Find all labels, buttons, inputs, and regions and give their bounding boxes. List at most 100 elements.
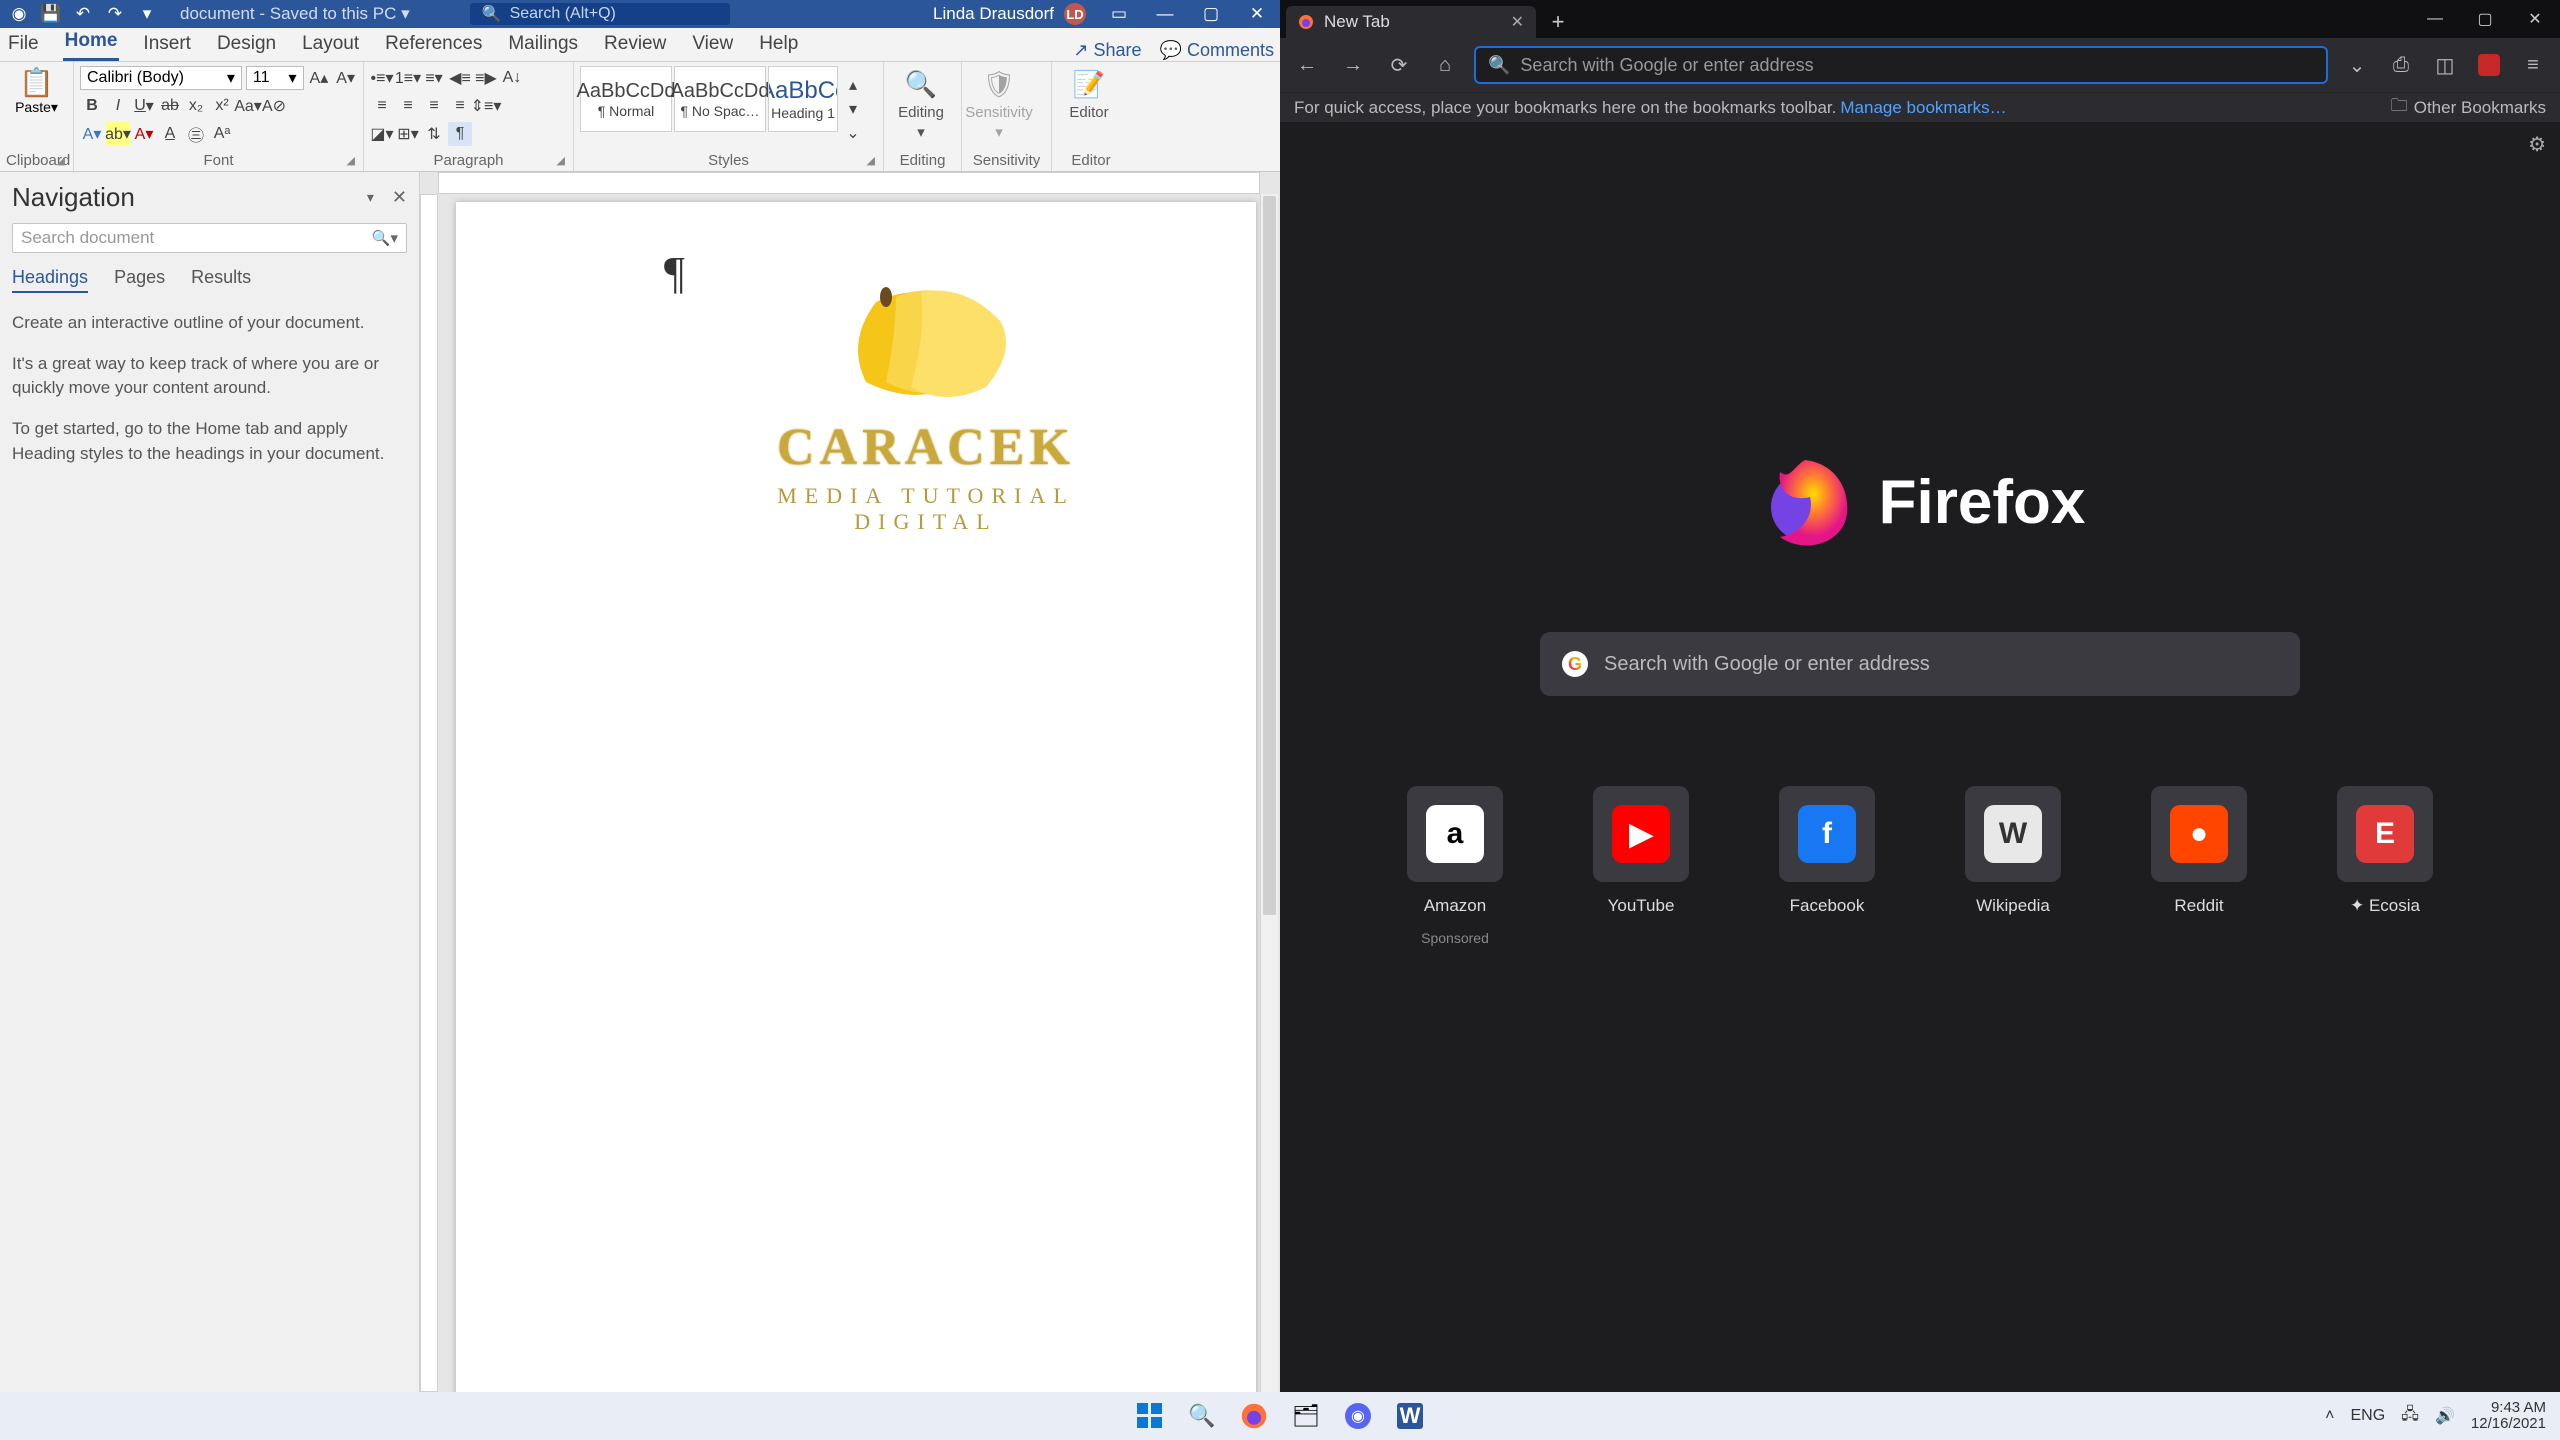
topsite-tile[interactable]: a AmazonSponsored bbox=[1389, 786, 1521, 946]
bold-button[interactable]: B bbox=[80, 94, 104, 118]
forward-button[interactable]: → bbox=[1336, 48, 1370, 82]
explorer-taskbar-icon[interactable]: 🗂 bbox=[1287, 1397, 1325, 1435]
align-left-icon[interactable]: ≡ bbox=[370, 94, 394, 118]
enclose-icon[interactable]: ㊂ bbox=[184, 122, 208, 146]
clear-format-icon[interactable]: A⊘ bbox=[262, 94, 286, 118]
strikethrough-button[interactable]: ab bbox=[158, 94, 182, 118]
font-name-combo[interactable]: Calibri (Body)▾ bbox=[80, 66, 242, 90]
tell-me-search[interactable]: 🔍 Search (Alt+Q) bbox=[470, 3, 730, 25]
style-heading1[interactable]: AaBbCcHeading 1 bbox=[768, 66, 838, 132]
back-button[interactable]: ← bbox=[1290, 48, 1324, 82]
phonetic-icon[interactable]: Aᵃ bbox=[210, 122, 234, 146]
qat-dropdown-icon[interactable]: ▾ bbox=[136, 3, 158, 25]
home-button[interactable]: ⌂ bbox=[1428, 48, 1462, 82]
topsite-tile[interactable]: W Wikipedia bbox=[1947, 786, 2079, 946]
close-button[interactable]: ✕ bbox=[1234, 0, 1280, 28]
styles-up-icon[interactable]: ▴ bbox=[842, 74, 864, 96]
nav-tab-pages[interactable]: Pages bbox=[114, 267, 165, 293]
styles-down-icon[interactable]: ▾ bbox=[842, 98, 864, 120]
paste-button[interactable]: 📋 Paste▾ bbox=[15, 66, 58, 116]
new-tab-button[interactable]: + bbox=[1542, 6, 1574, 38]
newtab-search-input[interactable]: G Search with Google or enter address bbox=[1540, 632, 2300, 696]
shading-button[interactable]: ◪▾ bbox=[370, 122, 394, 146]
justify-icon[interactable]: ≡ bbox=[448, 94, 472, 118]
grow-font-icon[interactable]: A▴ bbox=[308, 66, 331, 90]
tray-language[interactable]: ENG bbox=[2350, 1407, 2385, 1425]
editing-button[interactable]: 🔍Editing▾ bbox=[890, 66, 952, 151]
shrink-font-icon[interactable]: A▾ bbox=[334, 66, 357, 90]
tab-file[interactable]: File bbox=[6, 29, 41, 61]
tab-design[interactable]: Design bbox=[215, 29, 278, 61]
customize-gear-icon[interactable]: ⚙ bbox=[2528, 132, 2546, 157]
topsite-tile[interactable]: ● Reddit bbox=[2133, 786, 2265, 946]
browser-tab[interactable]: New Tab ✕ bbox=[1286, 6, 1536, 38]
tray-volume-icon[interactable]: 🔊 bbox=[2435, 1406, 2455, 1426]
tab-view[interactable]: View bbox=[690, 29, 735, 61]
style-normal[interactable]: AaBbCcDd¶ Normal bbox=[580, 66, 672, 132]
redo-icon[interactable]: ↷ bbox=[104, 3, 126, 25]
tab-insert[interactable]: Insert bbox=[141, 29, 193, 61]
ribbon-display-icon[interactable]: ▭ bbox=[1096, 0, 1142, 28]
reload-button[interactable]: ⟳ bbox=[1382, 48, 1416, 82]
tray-network-icon[interactable]: 🖧 bbox=[2401, 1403, 2419, 1430]
account-icon[interactable]: ⎙ bbox=[2384, 48, 2418, 82]
url-bar[interactable]: 🔍 Search with Google or enter address bbox=[1474, 46, 2328, 84]
sort-button[interactable]: ⇅ bbox=[422, 122, 446, 146]
word-taskbar-icon[interactable]: W bbox=[1391, 1397, 1429, 1435]
tab-layout[interactable]: Layout bbox=[300, 29, 361, 61]
start-button[interactable] bbox=[1131, 1397, 1169, 1435]
text-effects-button[interactable]: A▾ bbox=[80, 122, 104, 146]
search-taskbar-icon[interactable]: 🔍 bbox=[1183, 1397, 1221, 1435]
ublock-icon[interactable] bbox=[2472, 48, 2506, 82]
tray-chevron-icon[interactable]: ˄ bbox=[2325, 1407, 2334, 1425]
subscript-button[interactable]: x₂ bbox=[184, 94, 208, 118]
decrease-indent-icon[interactable]: ◀≡ bbox=[448, 66, 472, 90]
bullets-button[interactable]: •≡▾ bbox=[370, 66, 394, 90]
font-color-button[interactable]: A▾ bbox=[132, 122, 156, 146]
topsite-tile[interactable]: E ✦ Ecosia bbox=[2319, 786, 2451, 946]
borders-button[interactable]: ⊞▾ bbox=[396, 122, 420, 146]
multilevel-button[interactable]: ≡▾ bbox=[422, 66, 446, 90]
comments-button[interactable]: 💬Comments bbox=[1160, 40, 1274, 61]
share-button[interactable]: ↗Share bbox=[1073, 40, 1141, 61]
nav-tab-headings[interactable]: Headings bbox=[12, 267, 88, 293]
document-title[interactable]: document - Saved to this PC ▾ bbox=[180, 4, 410, 24]
change-case-button[interactable]: Aa▾ bbox=[236, 94, 260, 118]
tab-home[interactable]: Home bbox=[63, 26, 120, 61]
dialog-launcher-icon[interactable]: ◢ bbox=[57, 154, 65, 167]
tab-help[interactable]: Help bbox=[757, 29, 800, 61]
superscript-button[interactable]: x² bbox=[210, 94, 234, 118]
tab-close-icon[interactable]: ✕ bbox=[1511, 12, 1524, 32]
topsite-tile[interactable]: ▶ YouTube bbox=[1575, 786, 1707, 946]
nav-dropdown-icon[interactable]: ▾ bbox=[367, 189, 374, 206]
autosave-icon[interactable]: ◉ bbox=[8, 3, 30, 25]
firefox-taskbar-icon[interactable] bbox=[1235, 1397, 1273, 1435]
vertical-scrollbar[interactable] bbox=[1260, 194, 1278, 1392]
increase-indent-icon[interactable]: ≡▶ bbox=[474, 66, 498, 90]
sort-icon[interactable]: A↓ bbox=[500, 66, 524, 90]
horizontal-ruler[interactable] bbox=[438, 172, 1260, 194]
styles-more-icon[interactable]: ⌄ bbox=[842, 122, 864, 144]
app-menu-button[interactable]: ≡ bbox=[2516, 48, 2550, 82]
line-spacing-icon[interactable]: ⇕≡▾ bbox=[474, 94, 498, 118]
numbering-button[interactable]: 1≡▾ bbox=[396, 66, 420, 90]
discord-taskbar-icon[interactable]: ◉ bbox=[1339, 1397, 1377, 1435]
show-marks-button[interactable]: ¶ bbox=[448, 122, 472, 146]
dialog-launcher-icon[interactable]: ◢ bbox=[347, 154, 355, 167]
minimize-button[interactable]: — bbox=[1142, 0, 1188, 28]
vertical-ruler[interactable] bbox=[420, 194, 438, 1392]
undo-icon[interactable]: ↶ bbox=[72, 3, 94, 25]
maximize-button[interactable]: ▢ bbox=[2460, 0, 2510, 38]
italic-button[interactable]: I bbox=[106, 94, 130, 118]
nav-search-input[interactable]: Search document 🔍▾ bbox=[12, 223, 407, 253]
save-icon[interactable]: 💾 bbox=[40, 3, 62, 25]
style-no-spacing[interactable]: AaBbCcDd¶ No Spac… bbox=[674, 66, 766, 132]
topsite-tile[interactable]: f Facebook bbox=[1761, 786, 1893, 946]
dialog-launcher-icon[interactable]: ◢ bbox=[557, 154, 565, 167]
pocket-icon[interactable]: ⌄ bbox=[2340, 48, 2374, 82]
character-border-icon[interactable]: A̲ bbox=[158, 122, 182, 146]
align-right-icon[interactable]: ≡ bbox=[422, 94, 446, 118]
font-size-combo[interactable]: 11▾ bbox=[246, 66, 304, 90]
sidebar-icon[interactable]: ◫ bbox=[2428, 48, 2462, 82]
nav-tab-results[interactable]: Results bbox=[191, 267, 251, 293]
